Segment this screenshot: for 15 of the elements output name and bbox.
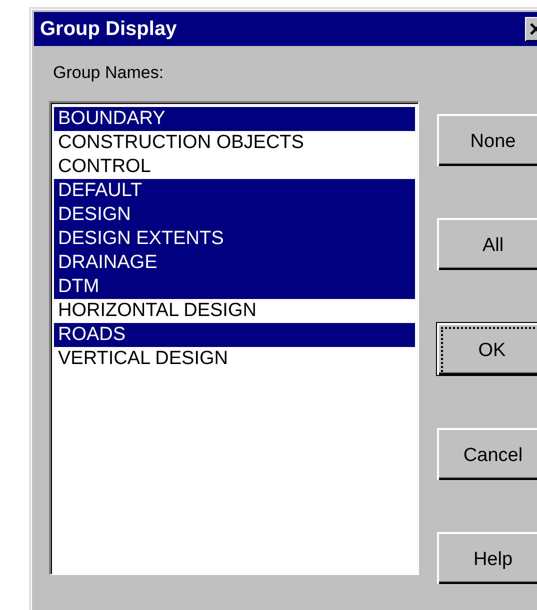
dialog-button[interactable]: All: [437, 218, 537, 270]
group-list[interactable]: BOUNDARY CONSTRUCTION OBJECTS CONTROL DEFAULT DESIGN DESIGN EXTENTS DRAINAGE DTM HORIZONTAL DESIGN ROADS VERTICAL DESIGN: [49, 101, 419, 575]
list-item[interactable]: DTM: [54, 275, 415, 299]
list-label: Group Names:: [53, 63, 165, 83]
list-item[interactable]: BOUNDARY: [54, 107, 415, 131]
list-item[interactable]: DESIGN: [54, 203, 415, 227]
dialog-button[interactable]: Help: [437, 532, 537, 584]
dialog-button[interactable]: OK: [436, 322, 537, 376]
window-title: Group Display: [40, 18, 177, 40]
list-item[interactable]: ROADS: [54, 323, 415, 347]
dialog-button[interactable]: Cancel: [437, 428, 537, 480]
list-item[interactable]: DRAINAGE: [54, 251, 415, 275]
list-item[interactable]: DESIGN EXTENTS: [54, 227, 415, 251]
dialog-button[interactable]: None: [437, 114, 537, 166]
list-item[interactable]: DEFAULT: [54, 179, 415, 203]
